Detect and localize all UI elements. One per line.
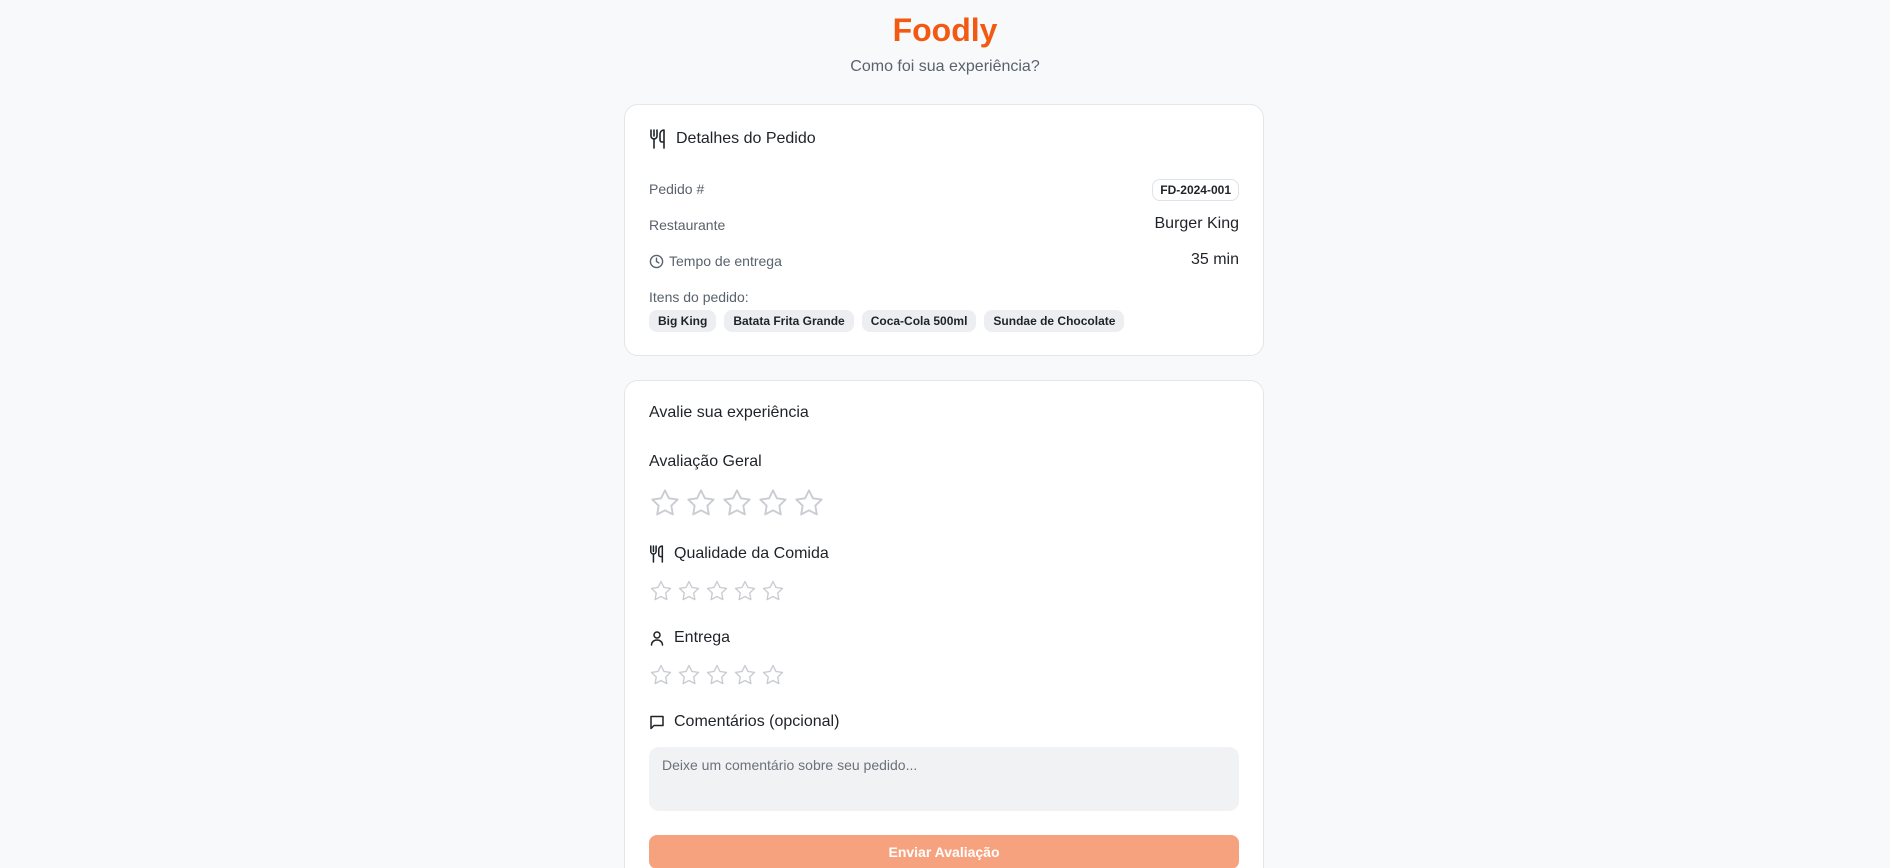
review-card: Avalie sua experiência Avaliação Geral Q… [624,380,1264,868]
order-id-badge: FD-2024-001 [1152,179,1239,201]
order-details-title: Detalhes do Pedido [676,130,816,147]
overall-rating-stars [649,487,825,519]
food-quality-header: Qualidade da Comida [649,545,829,563]
utensils-icon [649,545,665,563]
delivery-rating-label: Entrega [674,629,731,646]
order-number-label: Pedido # [649,181,705,197]
order-items-label: Itens do pedido: [649,289,749,305]
comments-label: Comentários (opcional) [674,713,840,730]
star-icon[interactable] [677,579,701,603]
star-icon[interactable] [705,663,729,687]
page-subtitle: Como foi sua experiência? [850,58,1040,75]
clock-icon [649,254,664,269]
review-title: Avalie sua experiência [649,404,809,421]
order-details-header: Detalhes do Pedido [649,129,816,149]
delivery-time-label: Tempo de entrega [669,253,782,269]
food-quality-stars [649,579,785,603]
message-square-icon [649,714,665,730]
feedback-page: Foodly Como foi sua experiência? Detalhe… [0,0,1890,868]
star-icon[interactable] [649,663,673,687]
star-icon[interactable] [677,663,701,687]
star-icon[interactable] [761,579,785,603]
star-icon[interactable] [705,579,729,603]
restaurant-label: Restaurante [649,217,726,233]
order-details-card: Detalhes do Pedido Pedido # FD-2024-001 … [624,104,1264,356]
order-item-chip: Sundae de Chocolate [984,310,1125,332]
order-items-list: Big King Batata Frita Grande Coca-Cola 5… [649,310,1125,332]
star-icon[interactable] [649,579,673,603]
brand-logo: Foodly [892,12,998,48]
star-icon[interactable] [685,487,717,519]
utensils-icon [649,129,667,149]
star-icon[interactable] [757,487,789,519]
order-item-chip: Batata Frita Grande [724,310,854,332]
food-quality-label: Qualidade da Comida [674,545,829,562]
star-icon[interactable] [793,487,825,519]
comment-input[interactable] [649,747,1239,811]
order-item-chip: Big King [649,310,717,332]
star-icon[interactable] [733,663,757,687]
delivery-time-value: 35 min [1190,251,1239,268]
delivery-time-row-label: Tempo de entrega [649,253,782,269]
star-icon[interactable] [649,487,681,519]
delivery-rating-header: Entrega [649,629,730,647]
comments-header: Comentários (opcional) [649,713,839,731]
order-item-chip: Coca-Cola 500ml [861,310,977,332]
overall-rating-label: Avaliação Geral [649,453,762,470]
star-icon[interactable] [761,663,785,687]
submit-review-button[interactable]: Enviar Avaliação [649,835,1239,868]
delivery-rating-stars [649,663,785,687]
user-icon [649,630,665,646]
star-icon[interactable] [721,487,753,519]
star-icon[interactable] [733,579,757,603]
restaurant-value: Burger King [1154,215,1240,232]
